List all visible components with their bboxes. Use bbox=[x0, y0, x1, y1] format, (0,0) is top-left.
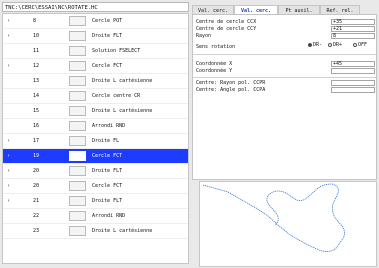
block-number: 20 bbox=[33, 168, 40, 174]
contour-element-icon bbox=[69, 136, 86, 146]
divider bbox=[193, 77, 376, 78]
list-item[interactable]: › 8 Cercle POT bbox=[3, 14, 188, 29]
rotation-dr-minus[interactable]: DR- bbox=[308, 42, 322, 49]
block-number: 19 bbox=[33, 153, 40, 159]
contour-element-icon bbox=[69, 61, 86, 71]
list-item[interactable]: 16 Arrondi RND bbox=[3, 119, 188, 134]
block-number: 23 bbox=[33, 228, 40, 234]
contour-element-icon bbox=[69, 181, 86, 191]
block-number: 8 bbox=[33, 18, 37, 24]
radio-dr-plus-icon bbox=[328, 42, 332, 47]
block-label: Droite FL bbox=[92, 138, 120, 144]
list-item[interactable]: › 10 Droite FLT bbox=[3, 29, 188, 44]
expand-arrow-icon[interactable]: › bbox=[7, 33, 13, 39]
list-item[interactable]: › 20 Droite FLT bbox=[3, 164, 188, 179]
block-label: Droite FLT bbox=[92, 33, 123, 39]
polar-radius-field[interactable] bbox=[331, 80, 375, 86]
contour-element-icon bbox=[69, 211, 86, 221]
block-label: Droite L cartésienne bbox=[92, 78, 153, 84]
block-label: Cercle POT bbox=[92, 18, 123, 24]
contour-element-icon bbox=[69, 16, 86, 26]
program-path: TNC:\CERC\ESSAI\NC\ROTATE.HC bbox=[2, 2, 189, 12]
list-item[interactable]: › 21 Droite FLT bbox=[3, 194, 188, 209]
radius-label: Rayon bbox=[196, 33, 212, 39]
block-number: 15 bbox=[33, 108, 40, 114]
block-number: 20 bbox=[33, 183, 40, 189]
contour-element-icon bbox=[69, 91, 86, 101]
block-number: 21 bbox=[33, 198, 40, 204]
polar-angle-field[interactable] bbox=[331, 87, 375, 93]
block-number: 12 bbox=[33, 63, 40, 69]
block-label: Arrondi RND bbox=[92, 123, 126, 129]
parameter-panel: Centre de cercle CCX +35 Centre de cercl… bbox=[192, 14, 377, 180]
radius-field[interactable]: 8 bbox=[331, 33, 375, 39]
contour-element-icon bbox=[69, 76, 86, 86]
list-item[interactable]: › 19 Cercle FCT bbox=[3, 149, 188, 164]
block-number: 16 bbox=[33, 123, 40, 129]
contour-element-icon bbox=[69, 196, 86, 206]
block-number: 22 bbox=[33, 213, 40, 219]
contour-element-icon bbox=[69, 46, 86, 56]
contour-element-icon bbox=[69, 121, 86, 131]
divider bbox=[193, 54, 376, 55]
ccy-label: Centre de cercle CCY bbox=[196, 26, 257, 32]
contour-element-icon bbox=[69, 151, 86, 161]
expand-arrow-icon[interactable]: › bbox=[7, 18, 13, 24]
coord-x-field[interactable]: +45 bbox=[331, 61, 375, 67]
list-item[interactable]: 15 Droite L cartésienne bbox=[3, 104, 188, 119]
block-number: 11 bbox=[33, 48, 40, 54]
block-number: 13 bbox=[33, 78, 40, 84]
radio-off-icon bbox=[353, 42, 357, 47]
polar-radius-label: Centre: Rayon pol. CCPR bbox=[196, 80, 266, 86]
block-label: Cercle centre CR bbox=[92, 93, 141, 99]
block-number: 14 bbox=[33, 93, 40, 99]
list-item[interactable]: 13 Droite L cartésienne bbox=[3, 74, 188, 89]
contour-preview bbox=[199, 181, 377, 267]
contour-element-icon bbox=[69, 106, 86, 116]
expand-arrow-icon[interactable]: › bbox=[7, 63, 13, 69]
contour-element-icon bbox=[69, 226, 86, 236]
contour-element-icon bbox=[69, 31, 86, 41]
contour-graphic bbox=[202, 183, 345, 252]
list-item[interactable]: › 17 Droite FL bbox=[3, 134, 188, 149]
coord-y-label: Coordonnée Y bbox=[196, 68, 233, 74]
block-label: Droite L cartésienne bbox=[92, 108, 153, 114]
expand-arrow-icon[interactable]: › bbox=[7, 183, 13, 189]
block-label: Droite FLT bbox=[92, 168, 123, 174]
block-label: Cercle FCT bbox=[92, 183, 123, 189]
block-number: 10 bbox=[33, 33, 40, 39]
block-label: Cercle FCT bbox=[92, 153, 123, 159]
expand-arrow-icon[interactable]: › bbox=[7, 198, 13, 204]
list-item[interactable]: › 12 Cercle FCT bbox=[3, 59, 188, 74]
ccx-field[interactable]: +35 bbox=[331, 19, 375, 25]
list-item[interactable]: 14 Cercle centre CR bbox=[3, 89, 188, 104]
expand-arrow-icon[interactable]: › bbox=[7, 153, 13, 159]
radio-dr-minus-icon bbox=[308, 42, 312, 47]
expand-arrow-icon[interactable]: › bbox=[7, 138, 13, 144]
rotation-off[interactable]: OFF bbox=[353, 42, 367, 49]
coord-y-field[interactable] bbox=[331, 68, 375, 74]
list-item[interactable]: 23 Droite L cartésienne bbox=[3, 224, 188, 239]
block-label: Arrondi RND bbox=[92, 213, 126, 219]
list-item[interactable]: 22 Arrondi RND bbox=[3, 209, 188, 224]
coord-x-label: Coordonnée X bbox=[196, 61, 233, 67]
block-label: Droite L cartésienne bbox=[92, 228, 153, 234]
expand-arrow-icon[interactable]: › bbox=[7, 168, 13, 174]
rotation-label: Sens rotation bbox=[196, 44, 236, 50]
block-label: Droite FLT bbox=[92, 198, 123, 204]
contour-element-icon bbox=[69, 166, 86, 176]
ccx-label: Centre de cercle CCX bbox=[196, 19, 257, 25]
block-list[interactable]: › 8 Cercle POT › 10 Droite FLT 11 Solution FSEL… bbox=[2, 13, 189, 264]
ccy-field[interactable]: +21 bbox=[331, 26, 375, 32]
rotation-dr-plus[interactable]: DR+ bbox=[328, 42, 342, 49]
polar-angle-label: Centre: Angle pol. CCPA bbox=[196, 87, 266, 93]
block-number: 17 bbox=[33, 138, 40, 144]
list-item[interactable]: › 20 Cercle FCT bbox=[3, 179, 188, 194]
block-label: Cercle FCT bbox=[92, 63, 123, 69]
block-label: Solution FSELECT bbox=[92, 48, 141, 54]
list-item[interactable]: 11 Solution FSELECT bbox=[3, 44, 188, 59]
